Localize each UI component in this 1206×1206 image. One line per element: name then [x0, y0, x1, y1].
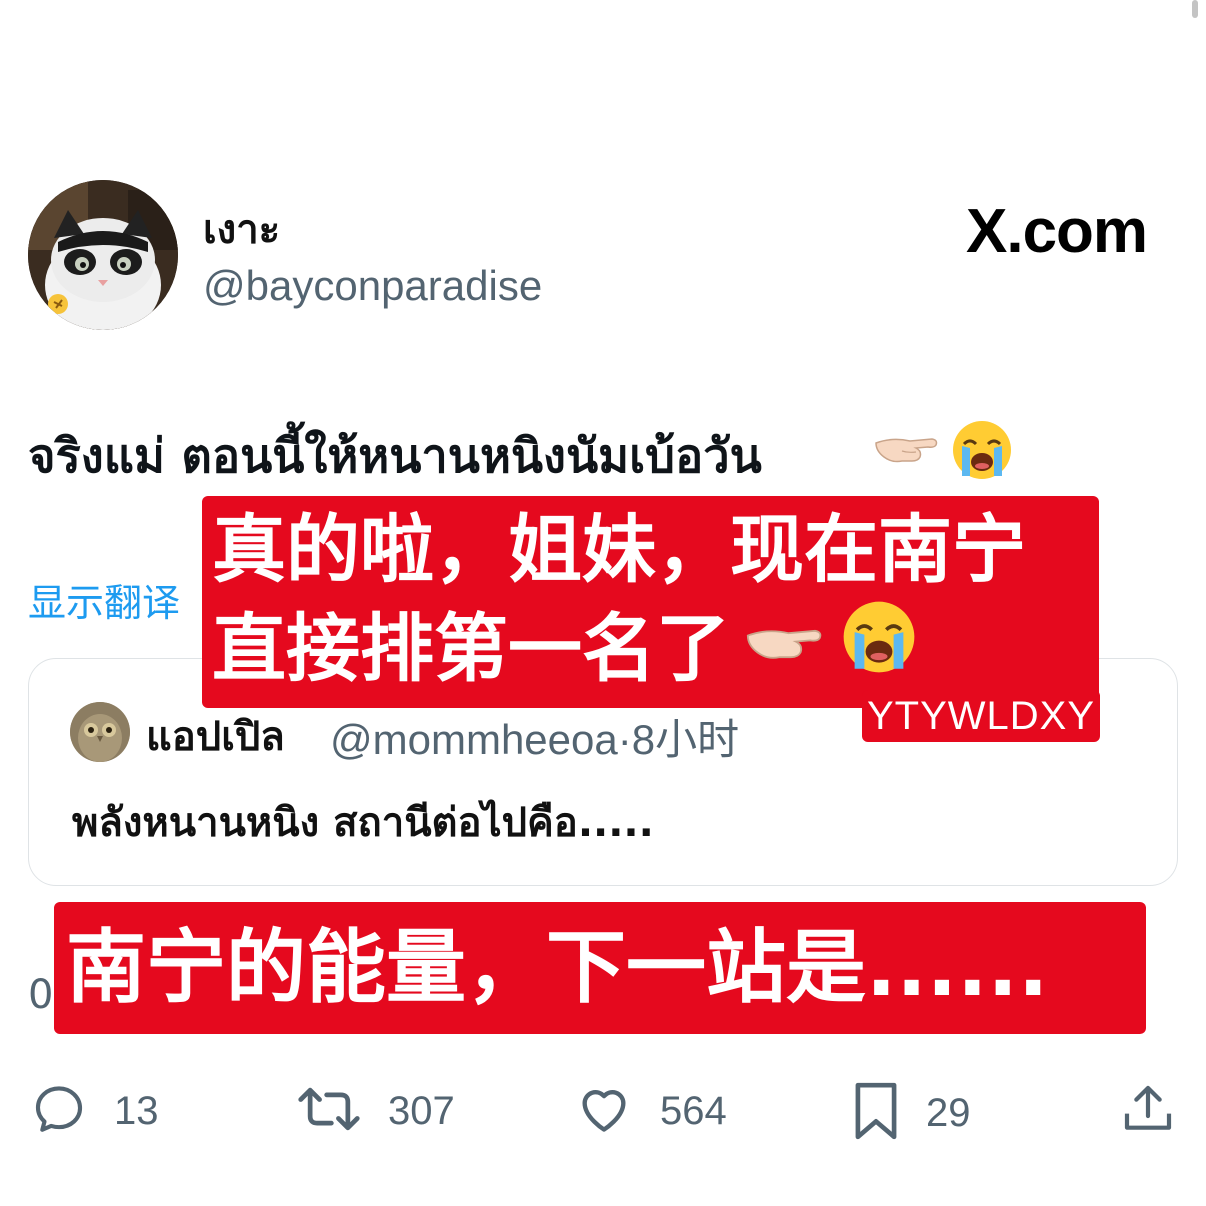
subtitle-line-2: 直接排第一名了 [212, 605, 730, 692]
reply-count: 13 [114, 1088, 159, 1133]
quoted-time: 8小时 [631, 716, 740, 763]
quoted-text: พลังหนานหนิง สถานีต่อไปคือ..... [72, 800, 654, 846]
tweet-text: จริงแม่ ตอนนี้ให้หนานหนิงนัมเบ้อวัน [28, 429, 762, 484]
subtitle-overlay-top: 真的啦，姐妹，现在南宁 直接排第一名了 [202, 496, 1099, 708]
pointing-hand-icon [872, 425, 942, 479]
retweet-button[interactable]: 307 [296, 1080, 455, 1142]
pointing-hand-icon [740, 601, 830, 697]
loudly-crying-face-icon [840, 598, 918, 699]
author-name[interactable]: เงาะ [203, 197, 280, 261]
watermark-tag: YTYWLDXY [862, 690, 1100, 742]
translate-link[interactable]: 显示翻译 [28, 572, 180, 627]
subtitle-bottom-text: 南宁的能量，下一站是...... [66, 921, 1049, 1014]
quoted-author-handle[interactable]: @mommheeoa [330, 716, 618, 763]
bookmark-icon [852, 1080, 900, 1146]
tweet-emojis [872, 418, 1014, 486]
scroll-indicator[interactable] [1192, 0, 1198, 18]
loudly-crying-face-icon [950, 418, 1014, 486]
subtitle-line-2-row: 直接排第一名了 [212, 598, 1099, 699]
retweet-count: 307 [388, 1088, 455, 1133]
partial-text: 0 [28, 972, 54, 1018]
reply-icon [30, 1080, 88, 1142]
like-count: 564 [660, 1088, 727, 1133]
bookmark-count: 29 [926, 1090, 971, 1135]
quoted-separator: · [617, 716, 632, 763]
quoted-author-name[interactable]: แอปเปิล [146, 704, 285, 768]
author-handle[interactable]: @bayconparadise [203, 262, 542, 310]
subtitle-overlay-bottom: 南宁的能量，下一站是...... [54, 902, 1146, 1034]
bookmark-button[interactable]: 29 [852, 1080, 971, 1146]
reply-button[interactable]: 13 [30, 1080, 159, 1142]
x-logo: X.com [966, 197, 1148, 266]
quoted-avatar[interactable] [70, 702, 130, 762]
retweet-icon [296, 1080, 362, 1142]
subtitle-line-1: 真的啦，姐妹，现在南宁 [212, 507, 1026, 593]
like-button[interactable]: 564 [574, 1080, 727, 1142]
quoted-meta: @mommheeoa·8小时 [330, 706, 739, 767]
share-icon [1120, 1080, 1176, 1142]
share-button[interactable] [1120, 1080, 1176, 1142]
avatar[interactable] [28, 180, 178, 330]
heart-icon [574, 1080, 634, 1142]
